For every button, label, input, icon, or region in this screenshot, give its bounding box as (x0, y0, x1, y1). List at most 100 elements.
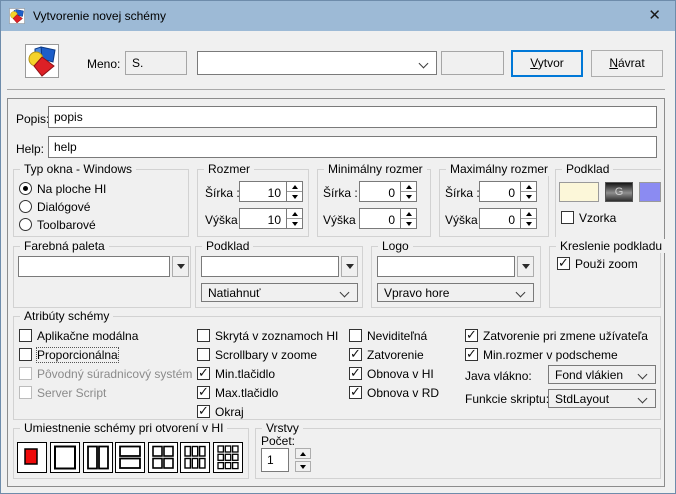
color-swatch-cream[interactable] (559, 182, 599, 202)
checkbox-aplikacne-modalna[interactable]: Aplikačne modálna (19, 328, 138, 343)
checkbox-icon[interactable] (197, 367, 210, 380)
color-swatch-gradient[interactable]: G (605, 182, 633, 202)
checkbox-min-rozmer-v-podscheme[interactable]: Min.rozmer v podscheme (465, 347, 618, 362)
checkbox-icon[interactable] (19, 329, 32, 342)
help-input[interactable]: help (48, 136, 657, 158)
name-prefix-field[interactable]: S. (125, 51, 187, 75)
min-vyska-spinner[interactable]: 0 (359, 208, 417, 229)
checkbox-min-tlacidlo[interactable]: Min.tlačidlo (197, 366, 275, 381)
layout-current-position-button[interactable] (17, 442, 47, 473)
checkbox-proporcionalna[interactable]: Proporcionálna (19, 347, 118, 362)
radio-icon[interactable] (19, 182, 32, 195)
layout-grid-2x2-button[interactable] (148, 442, 178, 473)
min-vyska-value[interactable]: 0 (359, 208, 401, 229)
spinner-down-icon[interactable] (401, 191, 416, 201)
checkbox-okraj[interactable]: Okraj (197, 404, 244, 419)
checkbox-icon[interactable] (561, 211, 574, 224)
group-typ-okna-label: Typ okna - Windows (20, 162, 136, 176)
checkbox-max-tlacidlo[interactable]: Max.tlačidlo (197, 385, 278, 400)
checkbox-scrollbary-v-zoome[interactable]: Scrollbary v zoome (197, 347, 317, 362)
pocet-input[interactable]: 1 (261, 448, 289, 472)
logo-dropdown-button[interactable] (517, 256, 534, 277)
spinner-up-icon[interactable] (401, 209, 416, 218)
group-podklad-label: Podklad (202, 239, 253, 253)
layout-grid-3x3-button[interactable] (213, 442, 243, 473)
checkbox-icon[interactable] (197, 386, 210, 399)
podklad-mode-select[interactable]: Natiahnuť (201, 283, 358, 302)
color-swatch-blue[interactable] (639, 182, 661, 202)
checkbox-icon[interactable] (197, 348, 210, 361)
create-button[interactable]: Vytvor (511, 50, 583, 77)
checkbox-label: Aplikačne modálna (37, 329, 138, 343)
podklad-combo[interactable] (201, 256, 339, 277)
spinner-up-icon[interactable] (521, 209, 536, 218)
checkbox-icon[interactable] (349, 348, 362, 361)
min-sirka-value[interactable]: 0 (359, 181, 401, 202)
checkbox-pouzi-zoom[interactable]: Použi zoom (557, 256, 638, 271)
popis-input[interactable]: popis (48, 106, 657, 128)
spinner-down-icon[interactable] (521, 191, 536, 201)
logo-combo[interactable] (377, 256, 515, 277)
checkbox-icon[interactable] (349, 329, 362, 342)
rozmer-sirka-spinner[interactable]: 10 (239, 181, 303, 202)
spinner-down-icon[interactable] (401, 218, 416, 228)
spinner-down-icon[interactable] (287, 218, 302, 228)
max-sirka-value[interactable]: 0 (479, 181, 521, 202)
max-vyska-value[interactable]: 0 (479, 208, 521, 229)
spinner-down-icon[interactable] (287, 191, 302, 201)
min-sirka-spinner[interactable]: 0 (359, 181, 417, 202)
chevron-down-icon[interactable] (419, 59, 429, 69)
checkbox-icon[interactable] (197, 405, 210, 418)
radio-icon[interactable] (19, 200, 32, 213)
rozmer-sirka-value[interactable]: 10 (239, 181, 287, 202)
group-rozmer-label: Rozmer (204, 162, 254, 176)
checkbox-zatvorenie-pri-zmene[interactable]: Zatvorenie pri zmene užívateľa (465, 328, 648, 343)
layout-two-rows-button[interactable] (115, 442, 145, 473)
checkbox-vzorka[interactable]: Vzorka (561, 210, 616, 225)
radio-icon[interactable] (19, 218, 32, 231)
radio-na-ploche-hi[interactable]: Na ploche HI (19, 181, 106, 196)
aux-field[interactable] (441, 51, 504, 75)
spinner-up-icon[interactable] (287, 209, 302, 218)
java-vlakno-select[interactable]: Fond vlákien (548, 365, 656, 384)
checkbox-obnova-v-hi[interactable]: Obnova v HI (349, 366, 434, 381)
back-button[interactable]: Návrat (591, 50, 663, 77)
spinner-up-icon[interactable] (401, 182, 416, 191)
checkbox-icon[interactable] (349, 367, 362, 380)
checkbox-icon[interactable] (557, 257, 570, 270)
logo-position-select[interactable]: Vpravo hore (377, 283, 534, 302)
schema-name-combo[interactable] (197, 51, 437, 75)
checkbox-neviditelna[interactable]: Neviditeľná (349, 328, 427, 343)
pocet-down-button[interactable] (295, 461, 311, 472)
layout-two-columns-button[interactable] (83, 442, 113, 473)
layout-single-pane-button[interactable] (50, 442, 80, 473)
dialog-window: Vytvorenie novej schémy ✕ Meno: S. Vytvo… (0, 0, 676, 494)
checkbox-zatvorenie[interactable]: Zatvorenie (349, 347, 424, 362)
close-icon[interactable]: ✕ (648, 8, 661, 23)
pocet-up-button[interactable] (295, 448, 311, 459)
rozmer-vyska-spinner[interactable]: 10 (239, 208, 303, 229)
farebna-paleta-dropdown-button[interactable] (172, 256, 189, 277)
group-atributy-label: Atribúty schémy (20, 309, 113, 323)
layout-grid-3x2-button[interactable] (180, 442, 210, 473)
max-sirka-spinner[interactable]: 0 (479, 181, 537, 202)
checkbox-icon[interactable] (465, 348, 478, 361)
spinner-up-icon[interactable] (287, 182, 302, 191)
spinner-down-icon[interactable] (521, 218, 536, 228)
checkbox-obnova-v-rd[interactable]: Obnova v RD (349, 385, 439, 400)
podklad-dropdown-button[interactable] (341, 256, 358, 277)
group-podklad-colors-label: Podklad (562, 162, 613, 176)
checkbox-icon[interactable] (349, 386, 362, 399)
funkcie-skriptu-select[interactable]: StdLayout (548, 389, 656, 408)
checkbox-icon[interactable] (465, 329, 478, 342)
max-vyska-spinner[interactable]: 0 (479, 208, 537, 229)
checkbox-icon[interactable] (19, 348, 32, 361)
checkbox-skryta-v-zoznamoch[interactable]: Skrytá v zoznamoch HI (197, 328, 338, 343)
checkbox-icon[interactable] (197, 329, 210, 342)
rozmer-vyska-value[interactable]: 10 (239, 208, 287, 229)
radio-toolbarove[interactable]: Toolbarové (19, 217, 96, 232)
farebna-paleta-combo[interactable] (18, 256, 170, 277)
radio-dialogove[interactable]: Dialógové (19, 199, 90, 214)
spinner-up-icon[interactable] (521, 182, 536, 191)
schema-logo-button[interactable] (25, 44, 59, 78)
